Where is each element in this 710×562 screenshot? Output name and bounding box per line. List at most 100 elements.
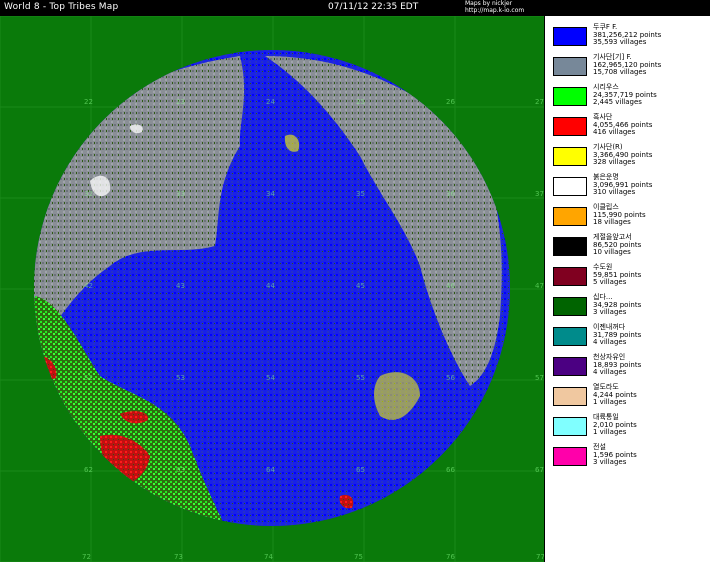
legend-item[interactable]: 이클립스 115,990 points 18 villages [553, 203, 705, 234]
credit-url: http://map.k-io.com [465, 7, 525, 14]
inner-label: 44 [266, 282, 275, 290]
map-title: World 8 - Top Tribes Map [4, 2, 119, 12]
y-label-right: 47 [535, 282, 544, 290]
legend-tribe-villages: 15,708 villages [593, 68, 647, 77]
inner-label: 55 [356, 374, 365, 382]
y-label-right: 37 [535, 190, 544, 198]
legend-text: 기사단[기] F. 162,965,120 points 15,708 vill… [593, 53, 661, 77]
legend-text: 흑사단 4,055,466 points 416 villages [593, 113, 652, 137]
inner-label: 66 [446, 466, 455, 474]
x-label-bottom: 76 [446, 553, 455, 561]
legend-tribe-villages: 1 villages [593, 428, 627, 437]
legend-text: 이클립스 115,990 points 18 villages [593, 203, 646, 227]
legend-text: 대륙통일 2,010 points 1 villages [593, 413, 637, 437]
inner-label: 26 [446, 98, 455, 106]
legend-tribe-villages: 3 villages [593, 308, 627, 317]
legend-item[interactable]: 게절을앞고서 86,520 points 10 villages [553, 233, 705, 264]
legend-tribe-villages: 310 villages [593, 188, 636, 197]
inner-label: 24 [266, 98, 275, 106]
legend-item[interactable]: 붉은운명 3,096,991 points 310 villages [553, 173, 705, 204]
x-label-bottom: 74 [264, 553, 273, 561]
legend-text: 전설 1,596 points 3 villages [593, 443, 637, 467]
map-timestamp: 07/11/12 22:35 EDT [328, 2, 419, 12]
inner-label: 34 [266, 190, 275, 198]
legend-item[interactable]: 천상자유인 18,893 points 4 villages [553, 353, 705, 384]
y-label-left: 42 [84, 282, 93, 290]
legend-tribe-villages: 4 villages [593, 368, 627, 377]
legend-text: 두쿠F F. 381,256,212 points 35,593 village… [593, 23, 661, 47]
legend-swatch [553, 87, 587, 106]
inner-label: 36 [446, 190, 455, 198]
legend-item[interactable]: 기사단[기] F. 162,965,120 points 15,708 vill… [553, 53, 705, 84]
legend-item[interactable]: 대륙통일 2,010 points 1 villages [553, 413, 705, 444]
inner-label: 53 [176, 374, 185, 382]
legend-swatch [553, 387, 587, 406]
legend-item[interactable]: 두쿠F F. 381,256,212 points 35,593 village… [553, 23, 705, 54]
inner-label: 54 [266, 374, 275, 382]
legend-item[interactable]: 기사단(R) 3,366,490 points 328 villages [553, 143, 705, 174]
inner-label: 35 [356, 190, 365, 198]
inner-label: 33 [176, 190, 185, 198]
y-label-left: 62 [84, 466, 93, 474]
legend-text: 이젠내꺼다 31,789 points 4 villages [593, 323, 641, 347]
legend-tribe-villages: 1 villages [593, 398, 627, 407]
legend-tribe-villages: 10 villages [593, 248, 631, 257]
map-window: World 8 - Top Tribes Map 07/11/12 22:35 … [0, 0, 710, 562]
legend-tribe-villages: 2,445 villages [593, 98, 642, 107]
legend-swatch [553, 237, 587, 256]
legend-swatch [553, 447, 587, 466]
legend-item[interactable]: 십다... 34,928 points 3 villages [553, 293, 705, 324]
map-credit: Maps by nickjer http://map.k-io.com [465, 0, 524, 14]
inner-label: 46 [446, 282, 455, 290]
inner-label: 25 [356, 98, 365, 106]
y-label-left: 32 [84, 190, 93, 198]
world-map-canvas[interactable]: 22 32 42 52 62 27 37 47 57 67 72 73 74 7… [0, 16, 544, 562]
legend-tribe-villages: 18 villages [593, 218, 631, 227]
y-label-right: 67 [535, 466, 544, 474]
legend-tribe-villages: 328 villages [593, 158, 636, 167]
legend-swatch [553, 267, 587, 286]
inner-label: 45 [356, 282, 365, 290]
legend-swatch [553, 57, 587, 76]
legend-item[interactable]: 수도원 59,851 points 5 villages [553, 263, 705, 294]
legend-tribe-villages: 416 villages [593, 128, 636, 137]
tribe-legend: 두쿠F F. 381,256,212 points 35,593 village… [545, 16, 710, 562]
legend-text: 시리우스 24,357,719 points 2,445 villages [593, 83, 657, 107]
legend-text: 붉은운명 3,096,991 points 310 villages [593, 173, 652, 197]
legend-swatch [553, 357, 587, 376]
inner-label: 43 [176, 282, 185, 290]
legend-text: 십다... 34,928 points 3 villages [593, 293, 641, 317]
legend-swatch [553, 207, 587, 226]
x-label-bottom: 73 [174, 553, 183, 561]
legend-item[interactable]: 시리우스 24,357,719 points 2,445 villages [553, 83, 705, 114]
credit-author: Maps by nickjer [465, 0, 513, 7]
y-label-right: 27 [535, 98, 544, 106]
x-label-bottom: 72 [82, 553, 91, 561]
inner-label: 64 [266, 466, 275, 474]
legend-swatch [553, 417, 587, 436]
legend-item[interactable]: 전설 1,596 points 3 villages [553, 443, 705, 474]
legend-text: 기사단(R) 3,366,490 points 328 villages [593, 143, 652, 167]
legend-swatch [553, 297, 587, 316]
legend-tribe-villages: 35,593 villages [593, 38, 647, 47]
legend-tribe-villages: 4 villages [593, 338, 627, 347]
x-label-bottom: 77 [536, 553, 544, 561]
legend-swatch [553, 327, 587, 346]
legend-tribe-villages: 3 villages [593, 458, 627, 467]
legend-swatch [553, 177, 587, 196]
legend-text: 게절을앞고서 86,520 points 10 villages [593, 233, 641, 257]
legend-tribe-villages: 5 villages [593, 278, 627, 287]
inner-label: 65 [356, 466, 365, 474]
legend-text: 천상자유인 18,893 points 4 villages [593, 353, 641, 377]
legend-item[interactable]: 이젠내꺼다 31,789 points 4 villages [553, 323, 705, 354]
legend-swatch [553, 27, 587, 46]
legend-item[interactable]: 흑사단 4,055,466 points 416 villages [553, 113, 705, 144]
legend-text: 열도라도 4,244 points 1 villages [593, 383, 637, 407]
legend-swatch [553, 147, 587, 166]
world-map[interactable]: 22 32 42 52 62 27 37 47 57 67 72 73 74 7… [0, 16, 544, 562]
inner-label: 23 [176, 98, 185, 106]
inner-label: 56 [446, 374, 455, 382]
y-label-left: 52 [84, 374, 93, 382]
legend-text: 수도원 59,851 points 5 villages [593, 263, 641, 287]
legend-item[interactable]: 열도라도 4,244 points 1 villages [553, 383, 705, 414]
